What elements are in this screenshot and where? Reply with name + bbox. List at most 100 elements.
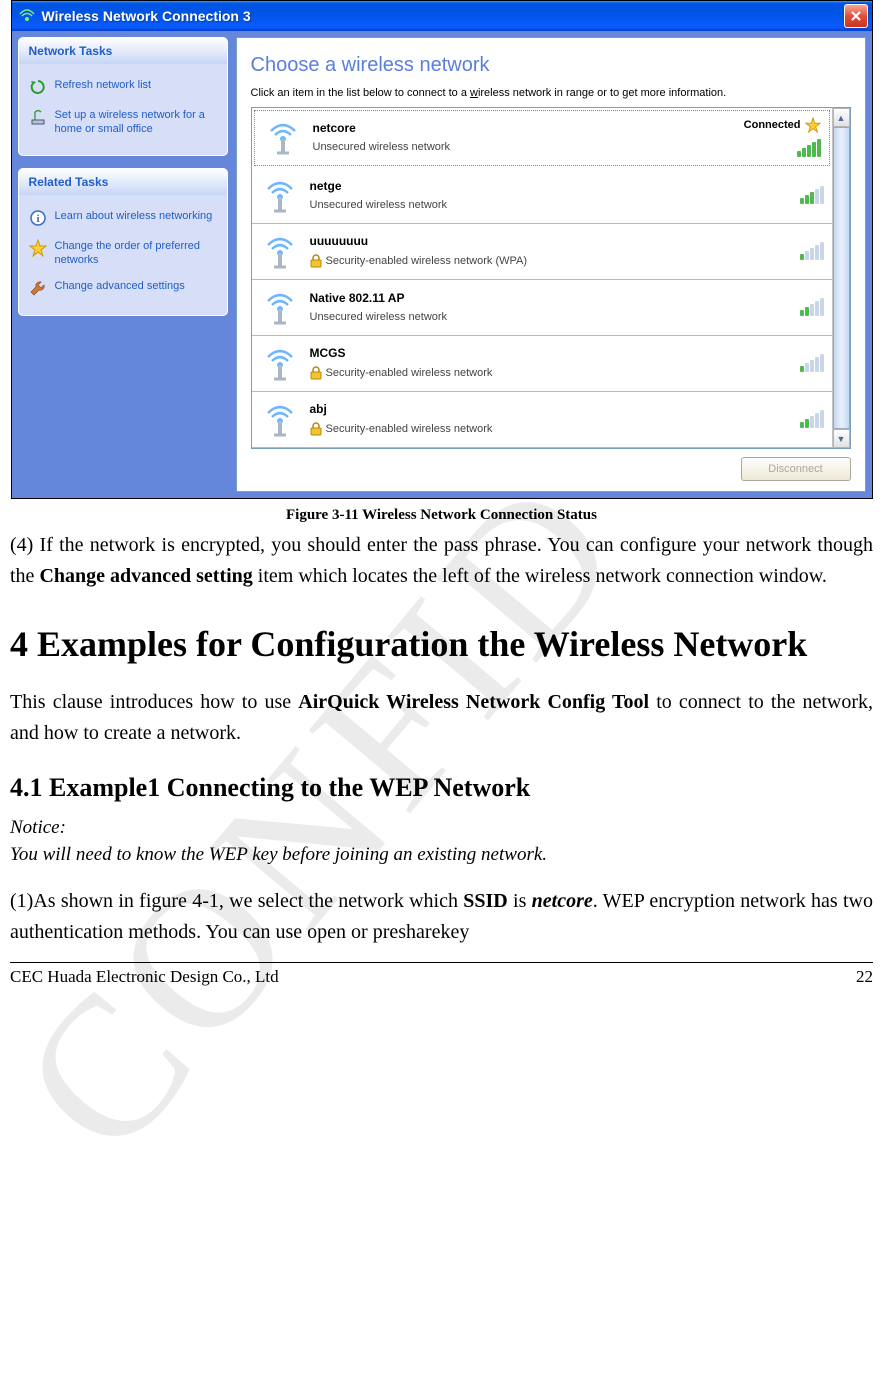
task-change-advanced[interactable]: Change advanced settings [29, 273, 217, 303]
sub-post: ireless network in range or to get more … [478, 87, 726, 99]
refresh-icon [29, 78, 47, 96]
task-change-order[interactable]: Change the order of preferred networks [29, 233, 217, 274]
footer-page-number: 22 [856, 967, 873, 987]
network-right [800, 298, 824, 316]
text: is [508, 890, 532, 912]
signal-bars [800, 298, 824, 316]
panel-related-tasks: Related Tasks i Learn about wireless net… [18, 168, 228, 317]
wireless-icon [18, 7, 36, 25]
content-area: Choose a wireless network Click an item … [236, 37, 866, 492]
paragraph-1: (1)As shown in figure 4-1, we select the… [10, 886, 873, 948]
info-icon: i [29, 209, 47, 227]
network-name: abj [310, 402, 790, 416]
signal-bars [800, 354, 824, 372]
network-item[interactable]: uuuuuuuu Security-enabled wireless networ… [252, 224, 832, 280]
task-refresh[interactable]: Refresh network list [29, 72, 217, 102]
text: item which locates the left of the wirel… [253, 565, 827, 587]
network-info: abj Security-enabled wireless network [310, 402, 790, 436]
xp-window: Wireless Network Connection 3 Network Ta… [11, 0, 873, 499]
network-desc-text: Security-enabled wireless network [326, 423, 493, 435]
panel-header: Network Tasks [19, 38, 227, 64]
network-info: uuuuuuuu Security-enabled wireless networ… [310, 234, 790, 268]
network-info: netgeUnsecured wireless network [310, 179, 790, 211]
network-name: netcore [313, 121, 734, 135]
intro-paragraph: This clause introduces how to use AirQui… [10, 687, 873, 749]
notice-block: Notice: You will need to know the WEP ke… [10, 815, 873, 868]
task-label: Learn about wireless networking [55, 209, 213, 223]
sub-pre: Click an item in the list below to conne… [251, 87, 471, 99]
network-item[interactable]: abj Security-enabled wireless network [252, 392, 832, 448]
titlebar[interactable]: Wireless Network Connection 3 [12, 1, 872, 31]
close-button[interactable] [844, 4, 868, 28]
antenna-icon [260, 231, 300, 271]
scroll-up-button[interactable]: ▲ [833, 108, 850, 127]
network-right [800, 410, 824, 428]
figure-caption: Figure 3-11 Wireless Network Connection … [10, 507, 873, 524]
text: (1)As shown in figure 4-1, we select the… [10, 890, 463, 912]
network-right [800, 354, 824, 372]
antenna-icon [260, 343, 300, 383]
network-status: Connected [744, 117, 821, 133]
svg-text:i: i [36, 213, 39, 225]
network-info: netcore Unsecured wireless network [313, 121, 734, 153]
notice-label: Notice: [10, 815, 873, 842]
signal-bars [800, 186, 824, 204]
task-setup-network[interactable]: Set up a wireless network for a home or … [29, 102, 217, 143]
network-desc-text: Unsecured wireless network [313, 141, 451, 153]
network-desc: Unsecured wireless network [310, 311, 790, 323]
task-learn[interactable]: i Learn about wireless networking [29, 203, 217, 233]
task-label: Set up a wireless network for a home or … [55, 108, 217, 137]
sidebar: Network Tasks Refresh network list [18, 37, 228, 492]
network-list[interactable]: netcore Unsecured wireless network Connect… [252, 108, 832, 448]
panel-network-tasks: Network Tasks Refresh network list [18, 37, 228, 156]
network-item[interactable]: Native 802.11 AP Unsecured wireless netwo… [252, 280, 832, 336]
heading-section-4-1: 4.1 Example1 Connecting to the WEP Netwo… [10, 773, 873, 803]
network-desc-text: Unsecured wireless network [310, 199, 448, 211]
network-desc-text: Unsecured wireless network [310, 311, 448, 323]
network-item[interactable]: netgeUnsecured wireless network [252, 168, 832, 224]
network-info: MCGSSecurity-enabled wireless network [310, 346, 790, 380]
signal-bars [800, 242, 824, 260]
network-item[interactable]: netcore Unsecured wireless network Connect… [254, 110, 830, 166]
network-right: Connected [744, 117, 821, 157]
content-subtext: Click an item in the list below to conne… [251, 87, 851, 99]
task-label: Refresh network list [55, 78, 152, 92]
heading-section-4: 4 Examples for Configuration the Wireles… [10, 622, 873, 667]
antenna-icon [260, 175, 300, 215]
signal-bars [800, 410, 824, 428]
sub-ul: w [470, 87, 478, 99]
close-icon [850, 10, 862, 22]
scroll-thumb[interactable] [833, 127, 850, 429]
signal-bars [797, 139, 821, 157]
network-item[interactable]: MCGSSecurity-enabled wireless network [252, 336, 832, 392]
window-title: Wireless Network Connection 3 [42, 8, 251, 24]
network-name: Native 802.11 AP [310, 291, 790, 305]
network-desc: Unsecured wireless network [313, 141, 734, 153]
network-right [800, 242, 824, 260]
page-footer: CEC Huada Electronic Design Co., Ltd 22 [10, 962, 873, 987]
text-bold: AirQuick Wireless Network Config Tool [298, 691, 649, 713]
content-heading: Choose a wireless network [251, 54, 851, 77]
scroll-down-button[interactable]: ▼ [833, 429, 850, 448]
task-label: Change the order of preferred networks [55, 239, 217, 268]
notice-text: You will need to know the WEP key before… [10, 842, 873, 869]
network-desc: Unsecured wireless network [310, 199, 790, 211]
lock-icon [310, 254, 322, 268]
network-name: uuuuuuuu [310, 234, 790, 248]
network-desc-text: Security-enabled wireless network (WPA) [326, 255, 528, 267]
lock-icon [310, 366, 322, 380]
footer-company: CEC Huada Electronic Design Co., Ltd [10, 967, 279, 987]
text: This clause introduces how to use [10, 691, 298, 713]
panel-header: Related Tasks [19, 169, 227, 195]
network-info: Native 802.11 AP Unsecured wireless netwo… [310, 291, 790, 323]
antenna-icon [260, 287, 300, 327]
scrollbar[interactable]: ▲ ▼ [832, 108, 850, 448]
network-desc: Security-enabled wireless network [310, 366, 790, 380]
text-bolditalic: netcore [532, 890, 593, 912]
disconnect-button[interactable]: Disconnect [741, 457, 851, 481]
text-bold: Change advanced setting [39, 565, 252, 587]
network-desc-text: Security-enabled wireless network [326, 367, 493, 379]
star-icon [29, 239, 47, 257]
antenna-icon [29, 108, 47, 126]
antenna-icon [263, 117, 303, 157]
